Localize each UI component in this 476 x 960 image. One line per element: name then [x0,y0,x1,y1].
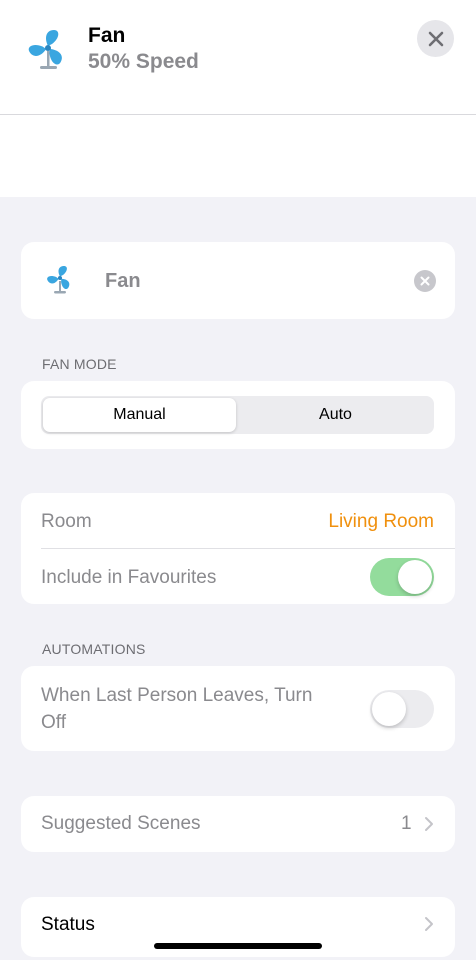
clear-icon [420,276,430,286]
room-label: Room [41,511,92,532]
chevron-right-icon [425,917,433,931]
segment-auto[interactable]: Auto [239,398,432,432]
name-input[interactable]: Fan [105,270,141,293]
fan-icon [47,266,70,294]
clear-button[interactable] [414,270,436,292]
name-field-card[interactable]: Fan [21,242,455,319]
row-divider [41,548,455,549]
close-icon [428,31,443,46]
chevron-right-icon [425,817,433,831]
home-indicator[interactable] [154,943,322,949]
room-value[interactable]: Living Room [328,511,434,533]
suggested-scenes-label: Suggested Scenes [41,813,201,834]
close-button[interactable] [417,20,454,57]
accessory-title: Fan [88,24,126,47]
accessory-status: 50% Speed [88,50,199,73]
status-label: Status [41,914,95,935]
fan-mode-segmented-control[interactable]: Manual Auto [41,396,434,434]
suggested-scenes-row[interactable]: Suggested Scenes 1 [21,796,455,852]
settings-card: Room Living Room Include in Favourites [21,493,455,604]
fan-mode-card: Manual Auto [21,381,455,449]
toggle-knob [372,692,406,726]
segment-manual[interactable]: Manual [43,398,236,432]
sheet-header: Fan 50% Speed [0,0,476,197]
fan-icon [28,30,62,69]
automation-label: When Last Person Leaves, Turn Off [41,685,313,733]
automation-toggle[interactable] [370,690,434,728]
suggested-scenes-count: 1 [401,813,412,834]
toggle-knob [398,560,432,594]
fan-mode-header: FAN MODE [42,356,117,372]
favourites-toggle[interactable] [370,558,434,596]
automation-card: When Last Person Leaves, Turn Off [21,666,455,751]
automations-header: AUTOMATIONS [42,641,146,657]
header-divider [0,114,476,115]
favourites-label: Include in Favourites [41,567,217,588]
